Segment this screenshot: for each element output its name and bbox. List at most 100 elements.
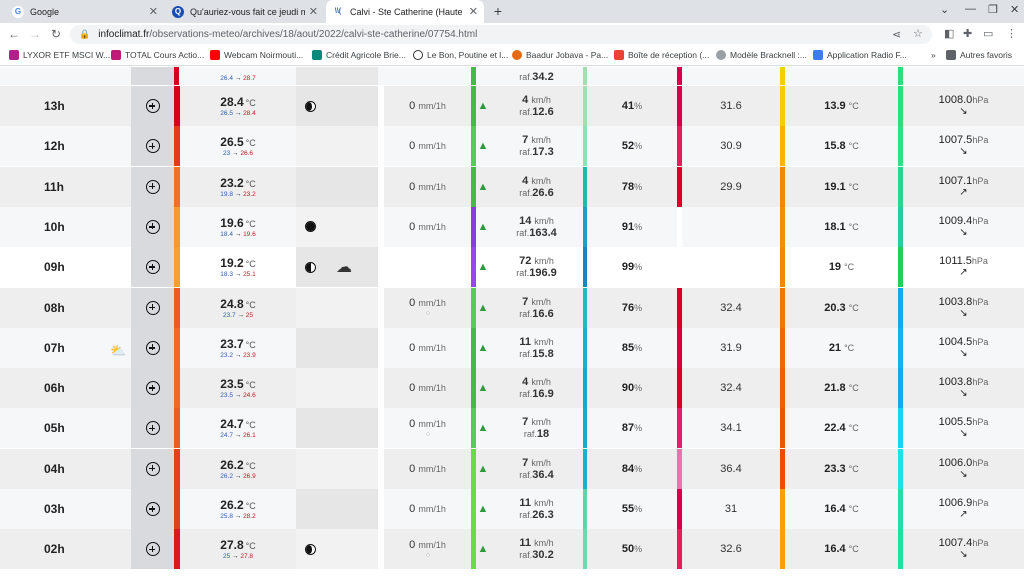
expand-row-button[interactable]: [131, 489, 174, 529]
tab-search-chevron-icon[interactable]: ⌄: [940, 3, 949, 16]
raindrops-icon: ⁘: [424, 429, 432, 439]
wind-cell: 72 km/h raf.196.9: [490, 247, 583, 288]
table-row: 09h 19.2 °C 18.3 → 25.1 ☁ ▲ 72 km/h raf.196.9 99…: [0, 247, 1024, 288]
humidity-cell: 78%: [587, 166, 677, 207]
bookmark-favicon-icon: [312, 50, 322, 60]
pressure-cell: 1003.8hPa ↘: [903, 287, 1024, 328]
rain-cell: 0 mm/1h: [384, 206, 471, 247]
tab-infoclimat[interactable]: \\( Calvi - Ste Catherine (Haute Corse) …: [326, 0, 484, 23]
wind-direction-icon: ▲: [476, 247, 490, 288]
bookmark-item[interactable]: LYXOR ETF MSCI W...: [9, 50, 110, 60]
puzzle-icon[interactable]: ✚: [963, 27, 972, 40]
plus-circle-icon[interactable]: [145, 179, 160, 194]
plus-circle-icon[interactable]: [145, 421, 160, 436]
back-icon[interactable]: ←: [6, 26, 22, 42]
google-favicon-icon: G: [12, 5, 24, 18]
pressure-trend-icon: ↗: [959, 186, 968, 198]
minimize-icon[interactable]: —: [965, 3, 976, 15]
url-host: infoclimat.fr: [98, 29, 150, 40]
expand-row-button[interactable]: [131, 206, 174, 247]
pressure-cell: 1004.5hPa ↘: [903, 327, 1024, 368]
plus-circle-icon[interactable]: [145, 381, 160, 396]
plus-circle-icon[interactable]: [145, 300, 160, 315]
close-icon[interactable]: ✕: [149, 5, 158, 18]
lock-icon[interactable]: 🔒: [79, 29, 90, 40]
hour-label: 04h: [0, 448, 131, 489]
temperature-cell: 26.2 °C 26.2 → 26.9: [180, 448, 296, 489]
sidepanel-icon[interactable]: ▭: [983, 27, 993, 40]
sun-temperature-cell: 36.4: [682, 448, 780, 489]
close-icon[interactable]: ✕: [309, 5, 318, 18]
expand-row-button[interactable]: [131, 126, 174, 167]
wind-direction-icon: ▲: [476, 368, 490, 409]
expand-row-button[interactable]: [131, 529, 174, 570]
table-row: 12h 26.5 °C 23 → 26.6 0 mm/1h ▲ 7 km/h raf.17.3…: [0, 126, 1024, 167]
wind-direction-icon: ▲: [476, 206, 490, 247]
extension-icon[interactable]: ◧: [944, 27, 954, 40]
table-row: 10h 19.6 °C 18.4 → 19.6 0 mm/1h ▲ 14 km/h raf.1…: [0, 206, 1024, 247]
bookmark-item[interactable]: Le Bon, Poutine et l...: [413, 50, 508, 60]
other-bookmarks[interactable]: Autres favoris: [946, 50, 1012, 60]
plus-circle-icon[interactable]: [145, 502, 160, 516]
close-icon[interactable]: ✕: [469, 5, 478, 18]
star-icon[interactable]: ☆: [913, 27, 923, 40]
expand-row-button[interactable]: [131, 327, 174, 368]
table-row: 05h 24.7 °C 24.7 → 26.1 0 mm/1h ⁘ ▲ 7 km/h raf.1…: [0, 408, 1024, 449]
plus-circle-icon[interactable]: [145, 340, 160, 355]
dewpoint-cell: 21 °C: [785, 327, 898, 368]
hour-label: 11h: [0, 166, 131, 207]
tab-forum[interactable]: Q Qu'auriez-vous fait ce jeudi matin ✕: [166, 0, 324, 23]
address-bar[interactable]: 🔒 infoclimat.fr /observations-meteo/arch…: [70, 25, 932, 44]
expand-row-button[interactable]: [131, 287, 174, 328]
share-icon[interactable]: ⋖: [892, 28, 901, 41]
sun-temperature-cell: 31.6: [682, 86, 780, 126]
expand-row-button[interactable]: [131, 408, 174, 449]
plus-circle-icon[interactable]: [145, 139, 160, 154]
expand-row-button[interactable]: [131, 247, 174, 288]
new-tab-button[interactable]: +: [489, 2, 507, 20]
dewpoint-cell: 18.1 °C: [785, 206, 898, 247]
menu-icon[interactable]: ⋮: [1006, 27, 1017, 40]
wind-cell: 14 km/h raf.163.4: [490, 206, 583, 247]
plus-circle-icon[interactable]: [145, 542, 160, 557]
bookmarks-more-button[interactable]: »: [931, 50, 936, 60]
pressure-trend-icon: ↘: [959, 388, 968, 400]
plus-circle-icon[interactable]: [145, 219, 160, 234]
temperature-cell: 28.4 °C 26.5 → 28.4: [180, 86, 296, 126]
close-window-icon[interactable]: ✕: [1010, 3, 1019, 16]
table-row: 02h 27.8 °C 25 → 27.8 0 mm/1h ⁘ ▲ 11 km/h raf.30…: [0, 529, 1024, 570]
wind-cell: 11 km/h raf.26.3: [490, 489, 583, 529]
weather-icon-cell: [296, 368, 378, 409]
bookmark-item[interactable]: Baadur Jobava - Pa...: [512, 50, 608, 60]
plus-circle-icon[interactable]: [145, 260, 160, 275]
tab-title: Qu'auriez-vous fait ce jeudi matin: [190, 6, 305, 17]
pressure-cell: 1011.5hPa ↗: [903, 247, 1024, 288]
infoclimat-favicon-icon: \\(: [332, 5, 344, 18]
bookmark-item[interactable]: Modèle Bracknell :...: [716, 50, 807, 60]
bookmark-item[interactable]: Boîte de réception (...: [614, 50, 709, 60]
observations-table: 26.4 → 28.7 raf.34.2 13h 28.4 °C 26.5 → 28.…: [0, 67, 1024, 576]
expand-row-button[interactable]: [131, 166, 174, 207]
weather-icon-cell: [296, 408, 378, 449]
tab-google[interactable]: G Google ✕: [6, 0, 164, 23]
bookmark-item[interactable]: TOTAL Cours Actio...: [111, 50, 204, 60]
reload-icon[interactable]: ↻: [48, 26, 64, 42]
dewpoint-cell: 19 °C: [785, 247, 898, 288]
forward-icon[interactable]: →: [27, 26, 43, 42]
wind-direction-icon: ▲: [476, 126, 490, 167]
plus-circle-icon[interactable]: [145, 461, 160, 476]
humidity-cell: 55%: [587, 489, 677, 529]
expand-row-button[interactable]: [131, 448, 174, 489]
moon-phase-icon: [305, 261, 316, 273]
bookmark-item[interactable]: Application Radio F...: [813, 50, 907, 60]
table-row-partial: 26.4 → 28.7 raf.34.2: [0, 67, 1024, 85]
maximize-icon[interactable]: ❐: [988, 3, 998, 16]
bookmark-item[interactable]: Webcam Noirmouti...: [210, 50, 303, 60]
bookmark-favicon-icon: [9, 50, 19, 60]
weather-icon-cell: [296, 327, 378, 368]
bookmark-item[interactable]: Crédit Agricole Brie...: [312, 50, 406, 60]
expand-row-button[interactable]: [131, 368, 174, 409]
plus-circle-icon[interactable]: [145, 99, 160, 113]
expand-row-button[interactable]: [131, 86, 174, 126]
wind-cell: 4 km/h raf.16.9: [490, 368, 583, 409]
